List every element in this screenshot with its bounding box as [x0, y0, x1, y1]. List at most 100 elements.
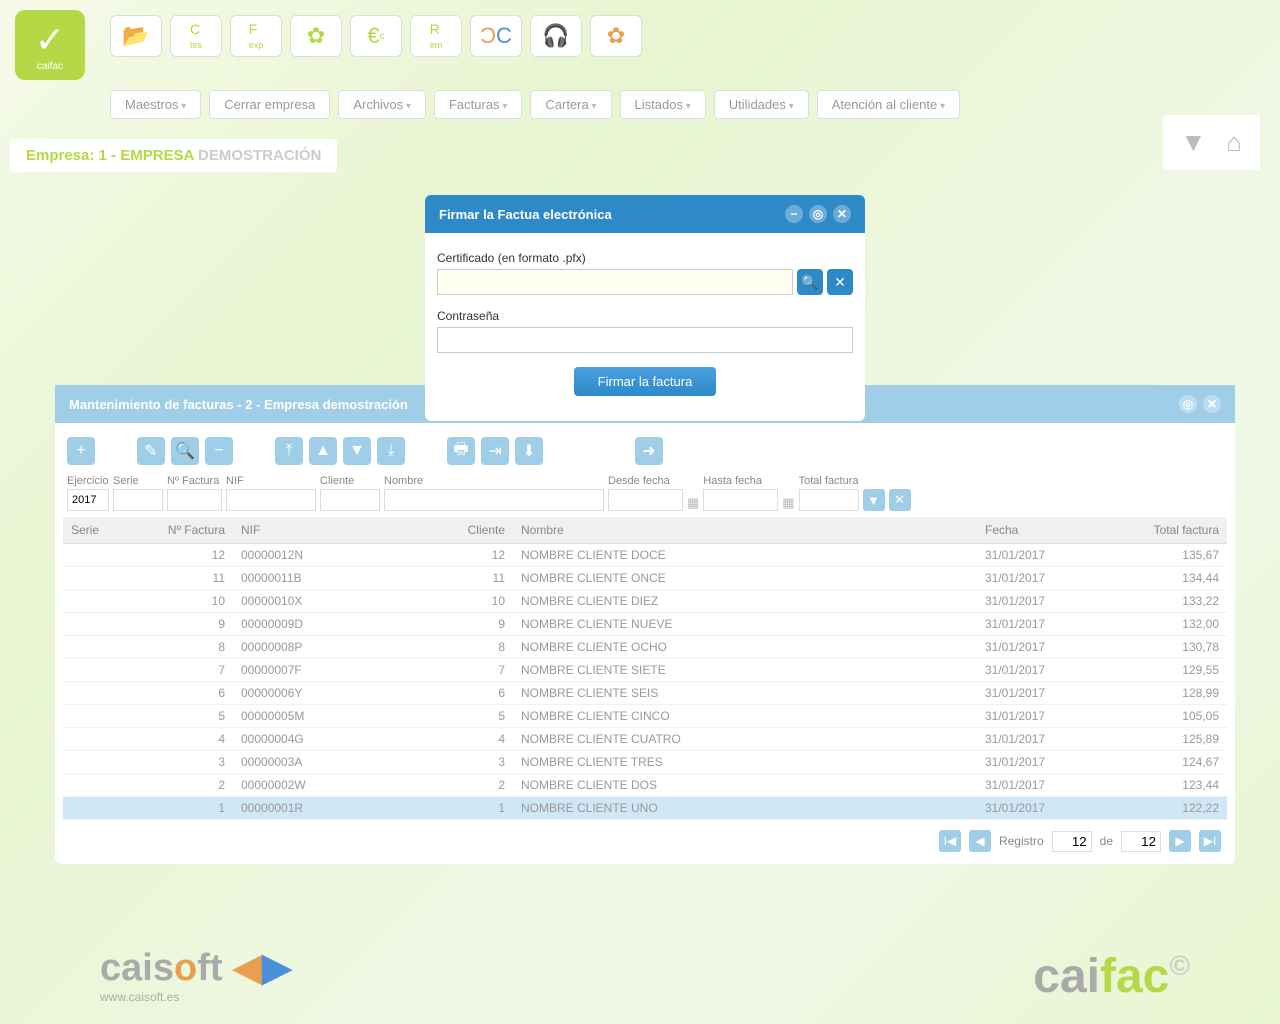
hooks-icon[interactable]: ƆC — [470, 15, 522, 57]
table-row[interactable]: 1100000011B11NOMBRE CLIENTE ONCE31/01/20… — [63, 567, 1227, 590]
cert-label: Certificado (en formato .pfx) — [437, 251, 853, 265]
pager-de: de — [1100, 834, 1113, 848]
table-row[interactable]: 500000005M5NOMBRE CLIENTE CINCO31/01/201… — [63, 705, 1227, 728]
up-button[interactable]: ▲ — [309, 437, 337, 465]
filter-desde-label: Desde fecha — [608, 475, 683, 487]
table-row[interactable]: 100000001R1NOMBRE CLIENTE UNO31/01/20171… — [63, 797, 1227, 820]
menu-atención-al-cliente[interactable]: Atención al cliente — [817, 90, 960, 119]
col-total[interactable]: Total factura — [1107, 517, 1227, 544]
company-label: Empresa: 1 - EMPRESA DEMOSTRACIÓN — [10, 139, 337, 172]
dialog-title: Firmar la Factua electrónica — [439, 207, 612, 222]
filter-factura-input[interactable] — [167, 489, 222, 511]
col-factura[interactable]: Nº Factura — [133, 517, 233, 544]
filter-nombre-label: Nombre — [384, 475, 604, 487]
menu-cerrar-empresa[interactable]: Cerrar empresa — [209, 90, 330, 119]
pager-next-button[interactable]: ▶ — [1169, 830, 1191, 852]
minimize-icon[interactable]: − — [785, 205, 803, 223]
footer-url: www.caisoft.es — [100, 990, 292, 1004]
close-icon[interactable]: ✕ — [1203, 395, 1221, 413]
edit-button[interactable]: ✎ — [137, 437, 165, 465]
col-serie[interactable]: Serie — [63, 517, 133, 544]
pager-total — [1121, 831, 1161, 852]
print-button[interactable]: 🖶 — [447, 437, 475, 465]
close-icon[interactable]: ✕ — [833, 205, 851, 223]
down-button[interactable]: ▼ — [343, 437, 371, 465]
filter-total-input[interactable] — [799, 489, 859, 511]
col-nif[interactable]: NIF — [233, 517, 373, 544]
c-tes-icon[interactable]: Ctes — [170, 15, 222, 57]
remove-button[interactable]: − — [205, 437, 233, 465]
forward-button[interactable]: ➜ — [635, 437, 663, 465]
settings-icon[interactable]: ✿ — [590, 15, 642, 57]
filter-total-label: Total factura — [799, 475, 859, 487]
menu-archivos[interactable]: Archivos — [338, 90, 426, 119]
table-row[interactable]: 300000003A3NOMBRE CLIENTE TRES31/01/2017… — [63, 751, 1227, 774]
add-button[interactable]: + — [67, 437, 95, 465]
filter-nombre-input[interactable] — [384, 489, 604, 511]
pager-last-button[interactable]: ▶I — [1199, 830, 1221, 852]
filter-clear-button[interactable]: ✕ — [889, 489, 911, 511]
menu-listados[interactable]: Listados — [620, 90, 706, 119]
filter-factura-label: Nº Factura — [167, 475, 222, 487]
folder-icon[interactable]: 📂 — [110, 15, 162, 57]
filter-serie-input[interactable] — [113, 489, 163, 511]
euro-icon[interactable]: €c — [350, 15, 402, 57]
menu-utilidades[interactable]: Utilidades — [714, 90, 809, 119]
restore-icon[interactable]: ◎ — [809, 205, 827, 223]
search-button[interactable]: 🔍 — [171, 437, 199, 465]
calendar-icon[interactable]: ▦ — [687, 495, 699, 511]
filter-nif-input[interactable] — [226, 489, 316, 511]
app-logo: ✓ caifac — [15, 10, 85, 80]
r-em-icon[interactable]: Rem — [410, 15, 462, 57]
download-button[interactable]: ⬇ — [515, 437, 543, 465]
export-excel-button[interactable]: ⇥ — [481, 437, 509, 465]
col-cliente[interactable]: Cliente — [373, 517, 513, 544]
chevron-down-icon[interactable]: ▼ — [1181, 127, 1207, 158]
grid-title: Mantenimiento de facturas - 2 - Empresa … — [69, 397, 408, 412]
pager-first-button[interactable]: I◀ — [939, 830, 961, 852]
table-row[interactable]: 400000004G4NOMBRE CLIENTE CUATRO31/01/20… — [63, 728, 1227, 751]
first-button[interactable]: ⤒ — [275, 437, 303, 465]
clear-cert-button[interactable]: ✕ — [827, 269, 853, 295]
table-row[interactable]: 1000000010X10NOMBRE CLIENTE DIEZ31/01/20… — [63, 590, 1227, 613]
invoice-grid-window: Mantenimiento de facturas - 2 - Empresa … — [55, 385, 1235, 864]
sign-invoice-button[interactable]: Firmar la factura — [574, 367, 717, 396]
footer-brand-right: caifac© — [1033, 949, 1190, 1004]
headset-icon[interactable]: 🎧 — [530, 15, 582, 57]
home-icon[interactable]: ⌂ — [1226, 127, 1242, 158]
col-nombre[interactable]: Nombre — [513, 517, 977, 544]
table-row[interactable]: 800000008P8NOMBRE CLIENTE OCHO31/01/2017… — [63, 636, 1227, 659]
menu-facturas[interactable]: Facturas — [434, 90, 522, 119]
filter-ejercicio-label: Ejercicio — [67, 475, 109, 487]
table-row[interactable]: 200000002W2NOMBRE CLIENTE DOS31/01/20171… — [63, 774, 1227, 797]
table-row[interactable]: 600000006Y6NOMBRE CLIENTE SEIS31/01/2017… — [63, 682, 1227, 705]
f-exp-icon[interactable]: Fexp — [230, 15, 282, 57]
footer-brand-left: caisoft ◀▶ www.caisoft.es — [100, 945, 292, 1004]
filter-apply-button[interactable]: ▼ — [863, 489, 885, 511]
last-button[interactable]: ⤓ — [377, 437, 405, 465]
filter-cliente-input[interactable] — [320, 489, 380, 511]
col-fecha[interactable]: Fecha — [977, 517, 1107, 544]
logo-text: caifac — [37, 61, 63, 72]
calendar-icon[interactable]: ▦ — [782, 495, 794, 511]
cert-input[interactable] — [437, 269, 793, 295]
menu-maestros[interactable]: Maestros — [110, 90, 201, 119]
pwd-label: Contraseña — [437, 309, 853, 323]
table-row[interactable]: 900000009D9NOMBRE CLIENTE NUEVE31/01/201… — [63, 613, 1227, 636]
browse-button[interactable]: 🔍 — [797, 269, 823, 295]
filter-hasta-label: Hasta fecha — [703, 475, 778, 487]
maximize-icon[interactable]: ◎ — [1179, 395, 1197, 413]
filter-hasta-input[interactable] — [703, 489, 778, 511]
table-row[interactable]: 700000007F7NOMBRE CLIENTE SIETE31/01/201… — [63, 659, 1227, 682]
password-input[interactable] — [437, 327, 853, 353]
pager-current-input[interactable] — [1052, 831, 1092, 852]
filter-serie-label: Serie — [113, 475, 163, 487]
filter-desde-input[interactable] — [608, 489, 683, 511]
pager-label: Registro — [999, 834, 1044, 848]
pager-prev-button[interactable]: ◀ — [969, 830, 991, 852]
filter-ejercicio-input[interactable] — [67, 489, 109, 511]
menu-cartera[interactable]: Cartera — [530, 90, 611, 119]
table-row[interactable]: 1200000012N12NOMBRE CLIENTE DOCE31/01/20… — [63, 544, 1227, 567]
sign-invoice-dialog: Firmar la Factua electrónica − ◎ ✕ Certi… — [425, 195, 865, 421]
gear-icon[interactable]: ✿ — [290, 15, 342, 57]
